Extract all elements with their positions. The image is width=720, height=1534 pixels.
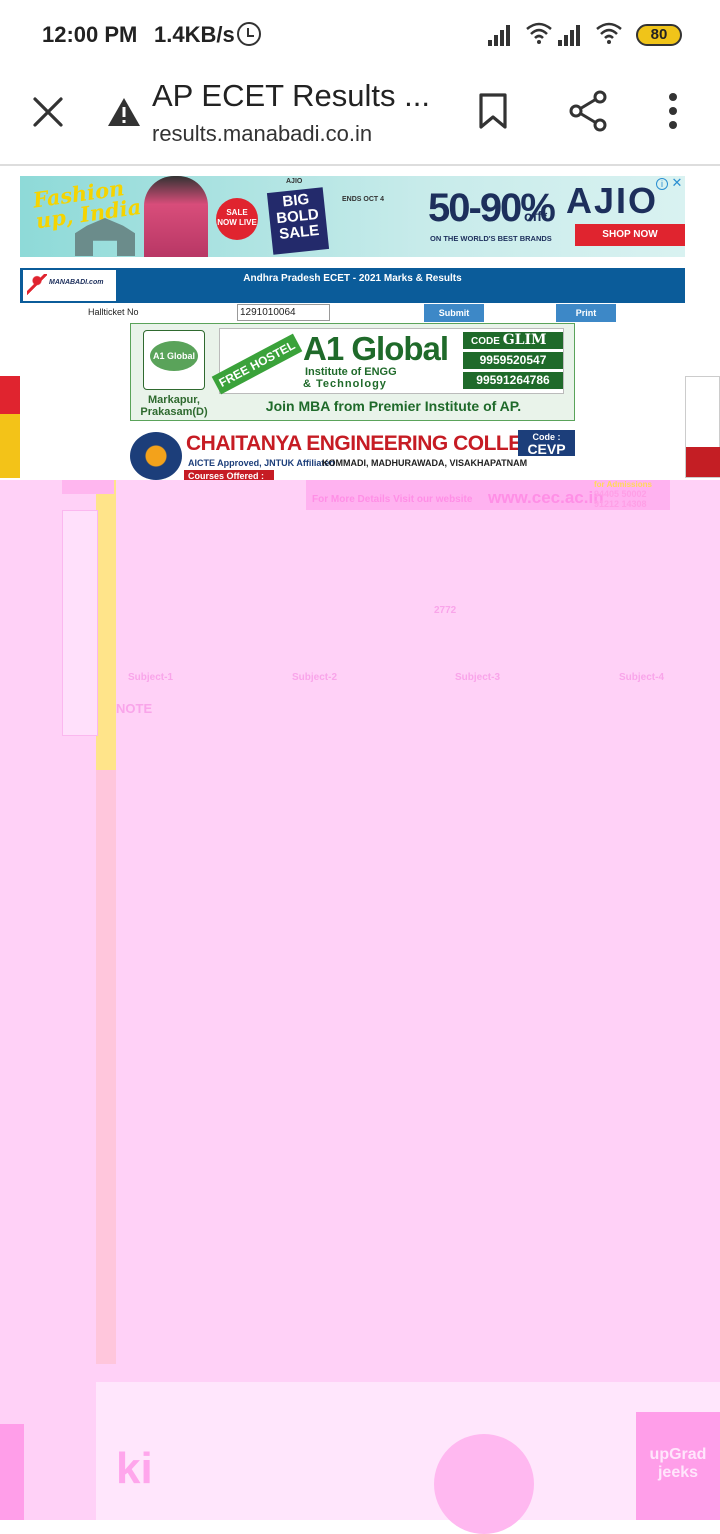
alarm-icon bbox=[237, 22, 261, 46]
subject-1-header: Subject-1 bbox=[128, 672, 174, 683]
cec-sub: AICTE Approved, JNTUK Affiliated bbox=[188, 458, 335, 468]
cec-admissions: for Admissions bbox=[594, 480, 652, 489]
a1-name: A1 Global bbox=[303, 330, 449, 367]
cec-code-box: Code : CEVP bbox=[518, 430, 575, 457]
note-label: NOTE bbox=[116, 701, 153, 716]
share-icon[interactable] bbox=[568, 90, 608, 132]
side-panel bbox=[62, 510, 98, 736]
model-image bbox=[144, 176, 208, 257]
warning-icon[interactable] bbox=[106, 96, 142, 128]
a1-phone2: 99591264786 bbox=[463, 372, 563, 389]
a1-global-advertisement[interactable]: A1 Global Markapur, Prakasam(D) FREE HOS… bbox=[130, 323, 575, 421]
browser-toolbar: AP ECET Results ... results.manabadi.co.… bbox=[0, 70, 720, 166]
ad-slogan: Fashion up, India bbox=[31, 176, 143, 234]
bottom-left-ad-edge bbox=[0, 1424, 24, 1520]
left-side-ad[interactable] bbox=[0, 376, 20, 478]
a1-phone1: 9959520547 bbox=[463, 352, 563, 369]
signal-icon bbox=[488, 22, 516, 46]
print-button[interactable]: Print bbox=[556, 304, 616, 322]
left-strip-lower bbox=[96, 770, 116, 1364]
hallticket-form: Hallticket No Submit Print bbox=[20, 303, 685, 323]
more-options-icon[interactable] bbox=[666, 92, 680, 130]
results-area-overlay: For More Details Visit our website www.c… bbox=[0, 480, 720, 1534]
upgrad-logo: upGrad jeeks bbox=[636, 1412, 720, 1520]
page-title: AP ECET Results ... bbox=[152, 78, 430, 113]
cec-phone1: 94405 50002 bbox=[594, 489, 647, 499]
ad-ends-date: ENDS OCT 4 bbox=[342, 196, 385, 203]
cec-name: CHAITANYA ENGINEERING COLLEGE bbox=[186, 432, 552, 455]
ajio-logo: AJIO bbox=[566, 180, 659, 221]
cec-website[interactable]: www.cec.ac.in bbox=[488, 488, 604, 508]
close-icon[interactable] bbox=[32, 96, 64, 128]
a1-sub2: & Technology bbox=[303, 378, 387, 390]
status-bar: 12:00 PM 1.4KB/s 80 bbox=[0, 0, 720, 70]
ad-off: off* bbox=[524, 208, 548, 224]
bookmark-icon[interactable] bbox=[478, 92, 508, 130]
big-bold-sale-title: BIG BOLD SALE bbox=[266, 187, 330, 255]
cec-logo bbox=[130, 432, 182, 480]
a1-location: Markapur, Prakasam(D) bbox=[140, 394, 208, 418]
ajio-advertisement[interactable]: Fashion up, India SALE NOW LIVE AJIO BIG… bbox=[20, 176, 685, 257]
page-url[interactable]: results.manabadi.co.in bbox=[152, 121, 372, 147]
results-heading: Andhra Pradesh ECET - 2021 Marks & Resul… bbox=[243, 273, 462, 284]
result-value: 2772 bbox=[434, 605, 457, 616]
submit-button[interactable]: Submit bbox=[424, 304, 484, 322]
hallticket-input[interactable] bbox=[237, 304, 330, 321]
cec-website-label: For More Details Visit our website bbox=[312, 494, 473, 505]
shop-now-button[interactable]: SHOP NOW bbox=[575, 224, 685, 246]
results-header-banner: MANABADI.com Andhra Pradesh ECET - 2021 … bbox=[20, 268, 685, 303]
cec-phone2: 91212 14308 bbox=[594, 499, 647, 509]
subject-2-header: Subject-2 bbox=[292, 672, 338, 683]
ad-close-icon[interactable]: ✕ bbox=[670, 176, 684, 190]
a1-logo: A1 Global bbox=[143, 330, 205, 390]
a1-footer: Join MBA from Premier Institute of AP. bbox=[265, 398, 522, 414]
wifi-icon-2 bbox=[596, 22, 622, 44]
subject-3-header: Subject-3 bbox=[455, 672, 501, 683]
status-time: 12:00 PM bbox=[42, 22, 138, 47]
ad-tagline: ON THE WORLD'S BEST BRANDS bbox=[430, 234, 552, 243]
cec-address: KOMMADI, MADHURAWADA, VISAKHAPATNAM bbox=[322, 458, 528, 468]
status-network-speed: 1.4KB/s bbox=[154, 22, 235, 47]
bottom-ad-person-image bbox=[434, 1434, 534, 1534]
small-tab bbox=[62, 480, 114, 494]
a1-code-box: CODE GLIM bbox=[463, 332, 563, 349]
cec-website-strip: For More Details Visit our website www.c… bbox=[306, 480, 670, 510]
chaitanya-college-advertisement[interactable]: CHAITANYA ENGINEERING COLLEGE Code : CEVP… bbox=[130, 430, 575, 482]
sale-live-badge: SALE NOW LIVE bbox=[216, 198, 258, 240]
left-strip bbox=[96, 480, 116, 780]
hallticket-label: Hallticket No bbox=[88, 307, 139, 317]
right-side-ad[interactable] bbox=[685, 376, 720, 478]
battery-indicator: 80 bbox=[636, 24, 682, 46]
wifi-icon bbox=[526, 22, 552, 44]
subject-4-header: Subject-4 bbox=[619, 672, 665, 683]
bottom-ad[interactable]: ki upGrad jeeks bbox=[96, 1382, 720, 1534]
ajio-small-brand: AJIO bbox=[286, 178, 303, 185]
signal-icon-2 bbox=[558, 22, 586, 46]
bottom-ad-word: ki bbox=[116, 1444, 153, 1493]
a1-sub1: Institute of ENGG bbox=[305, 366, 397, 378]
ad-info-icon[interactable]: i bbox=[656, 178, 668, 190]
